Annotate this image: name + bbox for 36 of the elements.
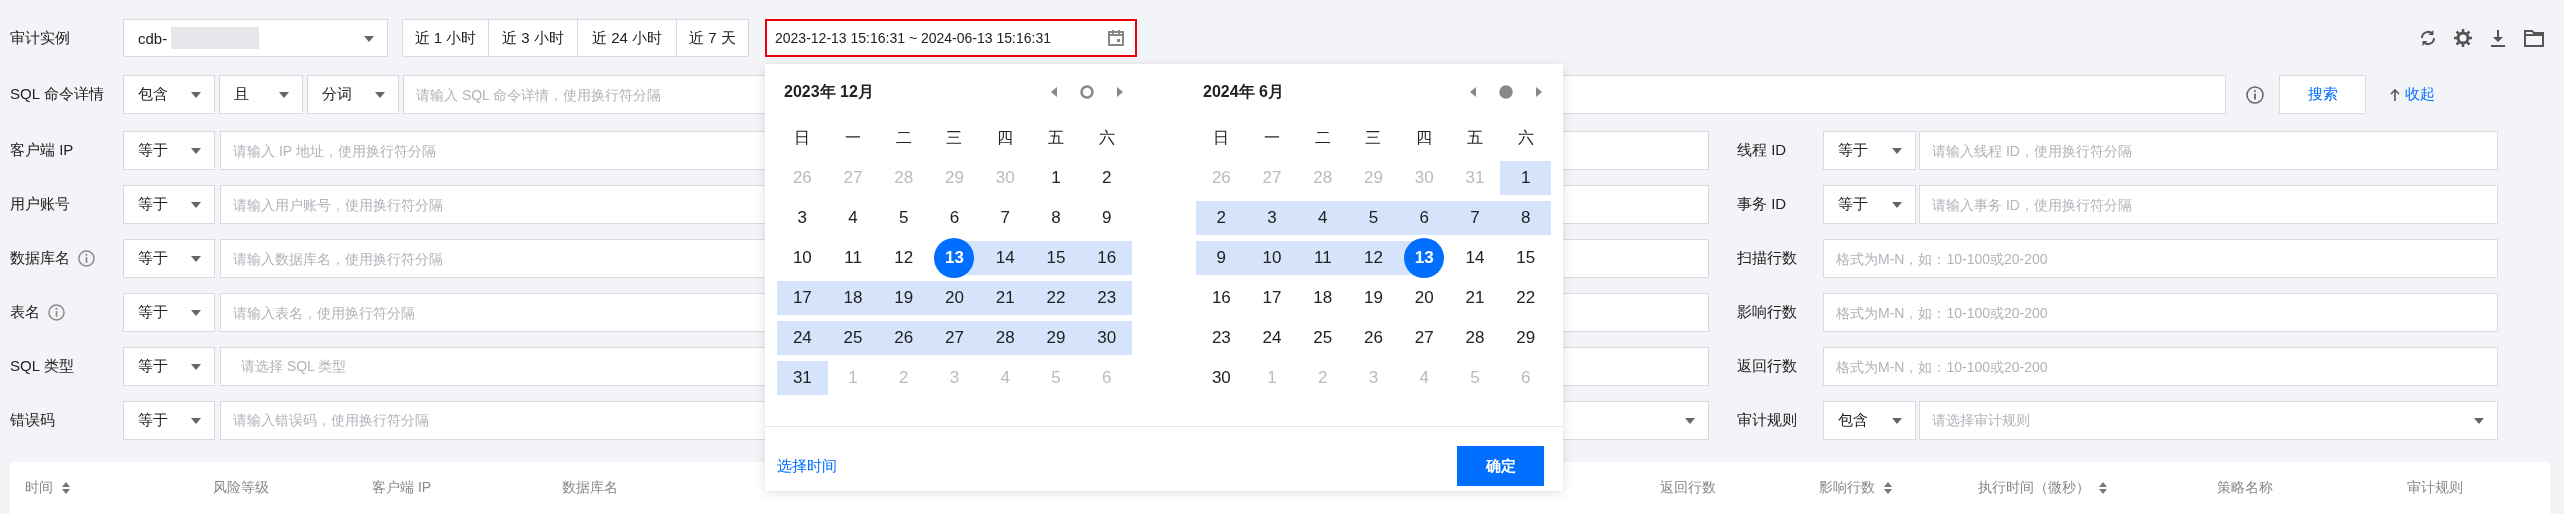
field-label: 扫描行数 — [1737, 249, 1798, 268]
weekday-label: 三 — [1364, 127, 1383, 148]
column-header: 返回行数 — [1660, 479, 1716, 497]
weekday-label: 六 — [1097, 127, 1116, 148]
field-label: 线程 ID — [1737, 141, 1788, 160]
column-header: 策略名称 — [2217, 479, 2273, 497]
field-label: 错误码 — [10, 411, 55, 430]
field-label: 表名 — [10, 303, 40, 322]
weekday-label: 四 — [996, 127, 1015, 148]
weekday-label: 二 — [894, 127, 913, 148]
field-label: 影响行数 — [1737, 303, 1798, 322]
column-header: 客户端 IP — [372, 479, 432, 497]
field-label: SQL 命令详情 — [10, 85, 105, 104]
column-header: 审计规则 — [2407, 479, 2463, 497]
weekday-label: 一 — [844, 127, 863, 148]
field-label: 事务 ID — [1737, 195, 1788, 214]
field-label: 审计规则 — [1737, 411, 1798, 430]
month-title: 2024年 6月 — [1203, 81, 1284, 102]
column-header: 风险等级 — [213, 479, 269, 497]
field-label: 客户端 IP — [10, 141, 74, 160]
month-title: 2023年 12月 — [784, 81, 874, 102]
column-header: 数据库名 — [562, 479, 618, 497]
weekday-label: 一 — [1263, 127, 1282, 148]
weekday-label: 六 — [1516, 127, 1535, 148]
weekday-label: 日 — [1212, 127, 1231, 148]
weekday-label: 五 — [1046, 127, 1065, 148]
weekday-label: 三 — [945, 127, 964, 148]
weekday-label: 日 — [793, 127, 812, 148]
field-label: SQL 类型 — [10, 357, 74, 376]
weekday-label: 二 — [1313, 127, 1332, 148]
weekday-label: 四 — [1415, 127, 1434, 148]
field-label: 返回行数 — [1737, 357, 1798, 376]
field-label: 用户账号 — [10, 195, 70, 214]
weekday-label: 五 — [1465, 127, 1484, 148]
field-label: 数据库名 — [10, 249, 70, 268]
field-label: 审计实例 — [10, 28, 71, 48]
